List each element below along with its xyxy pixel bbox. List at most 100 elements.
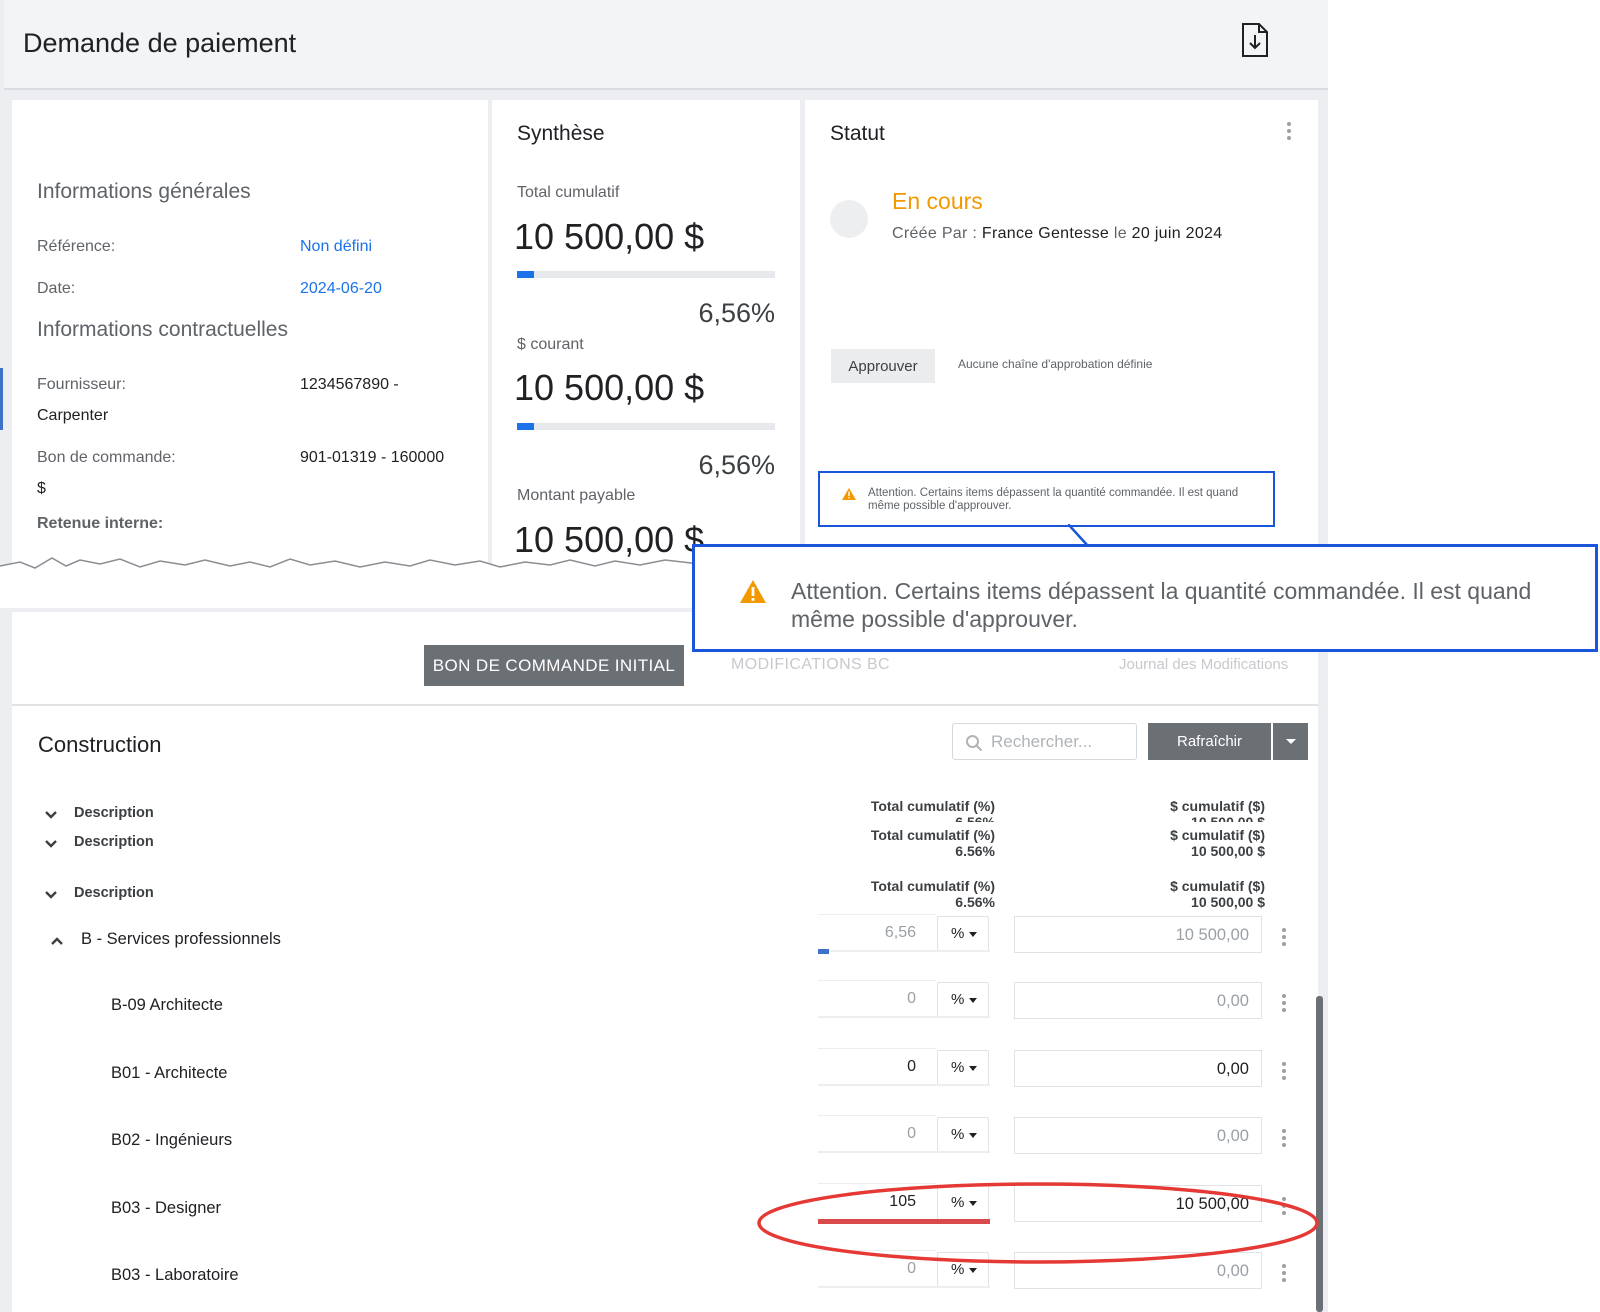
- construction-title: Construction: [38, 732, 162, 757]
- tab-change-log[interactable]: Journal des Modifications: [1119, 656, 1288, 673]
- section-amount-field[interactable]: 10 500,00: [1014, 916, 1262, 953]
- cumulative-progress-bar: [517, 271, 775, 278]
- page-header: Demande de paiement: [4, 0, 1328, 90]
- cumulative-pct-header: Total cumulatif (%) 6.56%: [795, 798, 995, 822]
- group-description-label[interactable]: Description: [74, 885, 154, 901]
- header-text: $ cumulatif ($): [1170, 827, 1265, 843]
- row-label: B01 - Architecte: [111, 1063, 228, 1082]
- cumulative-amount-header: $ cumulatif ($) 10 500,00 $: [1065, 798, 1265, 822]
- refresh-button[interactable]: Rafraîchir: [1148, 723, 1271, 760]
- row-unit-select[interactable]: %: [937, 1117, 989, 1152]
- group-description-label[interactable]: Description: [74, 834, 154, 850]
- date-label: Date:: [37, 280, 76, 297]
- cumulative-amount: 10 500,00 $: [514, 216, 705, 257]
- supplier-value-cont: Carpenter: [37, 407, 109, 424]
- row-amount-field[interactable]: 0,00: [1014, 982, 1262, 1019]
- date-value[interactable]: 2024-06-20: [300, 280, 382, 298]
- left-accent: [0, 368, 3, 430]
- created-by-line: Créée Par : France Gentesse le 20 juin 2…: [892, 225, 1222, 243]
- search-placeholder: Rechercher...: [991, 732, 1093, 751]
- app: Demande de paiement Informations général…: [0, 0, 1328, 1312]
- synthesis-card: Synthèse Total cumulatif 10 500,00 $ 6,5…: [492, 100, 800, 570]
- current-progress-bar: [517, 423, 775, 430]
- search-input[interactable]: Rechercher...: [952, 723, 1137, 760]
- current-percent: 6,56%: [698, 450, 775, 480]
- header-text: Total cumulatif (%): [870, 827, 995, 843]
- reference-label: Référence:: [37, 238, 116, 255]
- header-value: 6.56%: [955, 843, 995, 859]
- supplier-value: 1234567890 -: [300, 376, 399, 393]
- tab-initial-po[interactable]: BON DE COMMANDE INITIAL: [424, 645, 684, 686]
- synthesis-title: Synthèse: [517, 122, 605, 145]
- no-approval-chain-text: Aucune chaîne d'approbation définie: [958, 357, 1153, 371]
- cumulative-pct-header: Total cumulatif (%) 6.56%: [795, 827, 995, 859]
- payable-label: Montant payable: [517, 487, 636, 504]
- cumulative-label: Total cumulatif: [517, 184, 620, 201]
- approve-button[interactable]: Approuver: [831, 349, 935, 383]
- header-value: 10 500,00 $: [1191, 894, 1265, 910]
- status-badge: En cours: [892, 188, 983, 214]
- row-progress-bar: [818, 1151, 990, 1153]
- row-progress-bar: [818, 1286, 990, 1288]
- header-text: Total cumulatif (%): [870, 798, 995, 814]
- reference-value[interactable]: Non défini: [300, 238, 372, 256]
- row-percent-field[interactable]: 0: [818, 1047, 936, 1085]
- header-value: 10 500,00 $: [1191, 814, 1265, 822]
- cumulative-percent: 6,56%: [698, 298, 775, 328]
- header-text: Total cumulatif (%): [870, 878, 995, 894]
- retention-label: Retenue interne:: [37, 515, 164, 532]
- section-progress-bar: [818, 949, 990, 954]
- row-more-icon[interactable]: [1281, 928, 1287, 949]
- section-label: B - Services professionnels: [81, 930, 281, 948]
- po-value-cont: $: [37, 480, 46, 497]
- created-by-label: Créée Par :: [892, 225, 978, 242]
- file-download-icon[interactable]: [1240, 22, 1270, 58]
- chevron-down-icon[interactable]: [44, 810, 58, 820]
- refresh-options-chevron-down-icon[interactable]: [1273, 723, 1308, 760]
- cumulative-amount-header: $ cumulatif ($) 10 500,00 $: [1065, 878, 1265, 910]
- header-text: $ cumulatif ($): [1170, 878, 1265, 894]
- section-unit-select[interactable]: %: [937, 916, 989, 951]
- row-percent-field[interactable]: 0: [818, 1115, 936, 1152]
- row-amount-field[interactable]: 0,00: [1014, 1117, 1262, 1154]
- current-amount: 10 500,00 $: [514, 367, 705, 408]
- row-more-icon[interactable]: [1281, 1129, 1287, 1150]
- general-info-title: Informations générales: [37, 180, 251, 203]
- row-label: B-09 Architecte: [111, 996, 223, 1014]
- row-amount-field[interactable]: 0,00: [1014, 1049, 1262, 1087]
- row-more-icon[interactable]: [1281, 1061, 1287, 1083]
- row-label: B03 - Designer: [111, 1198, 222, 1217]
- header-value: 6.56%: [955, 894, 995, 910]
- row-more-icon[interactable]: [1281, 994, 1287, 1015]
- section-percent-field[interactable]: 6,56: [818, 914, 936, 951]
- callout-text: Attention. Certains items dépassent la q…: [791, 578, 1532, 632]
- warning-text: Attention. Certains items dépassent la q…: [868, 487, 1239, 512]
- group-description-label[interactable]: Description: [74, 805, 154, 821]
- section-progress-fill: [818, 949, 830, 954]
- tab-po-modifications[interactable]: MODIFICATIONS BC: [731, 656, 890, 674]
- row-label: B02 - Ingénieurs: [111, 1131, 233, 1149]
- created-on-label: le: [1113, 225, 1127, 242]
- header-value: 10 500,00 $: [1191, 843, 1265, 859]
- warning-message: Attention. Certains items dépassent la q…: [818, 471, 1275, 527]
- row-label: B03 - Laboratoire: [111, 1266, 239, 1284]
- current-progress-fill: [517, 423, 534, 430]
- page-title: Demande de paiement: [23, 28, 297, 58]
- chevron-down-icon[interactable]: [44, 839, 58, 849]
- row-unit-select[interactable]: %: [937, 982, 989, 1017]
- row-unit-select[interactable]: %: [937, 1049, 989, 1085]
- chevron-up-icon[interactable]: [50, 936, 64, 946]
- row-progress-bar: [818, 1083, 990, 1086]
- cumulative-progress-fill: [517, 271, 534, 278]
- status-title: Statut: [830, 122, 885, 145]
- torn-edge-divider: [0, 557, 700, 608]
- current-label: $ courant: [517, 336, 584, 353]
- created-by-name: France Gentesse: [981, 225, 1110, 242]
- header-text: $ cumulatif ($): [1170, 798, 1265, 814]
- chevron-down-icon[interactable]: [44, 890, 58, 900]
- highlight-ellipse: [757, 1182, 1319, 1264]
- po-label: Bon de commande:: [37, 449, 176, 466]
- row-percent-field[interactable]: 0: [818, 980, 936, 1017]
- contract-info-title: Informations contractuelles: [37, 318, 288, 341]
- status-more-icon[interactable]: [1286, 122, 1292, 143]
